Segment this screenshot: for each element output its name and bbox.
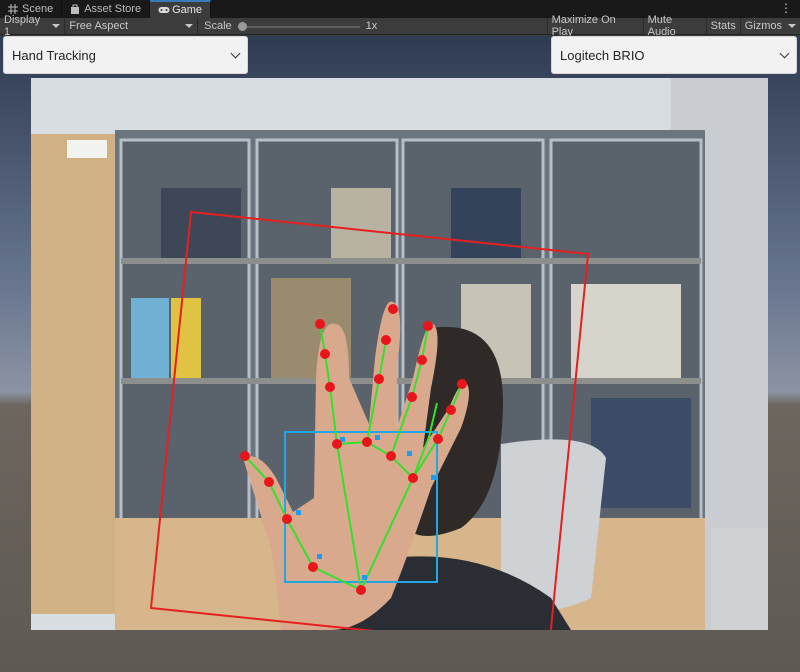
scale-value: 1x	[365, 20, 378, 32]
tracking-mode-dropdown[interactable]: Hand Tracking	[3, 36, 248, 74]
more-options-icon[interactable]: ⋮	[780, 2, 792, 14]
tracking-mode-label: Hand Tracking	[12, 47, 96, 63]
gamepad-icon	[158, 5, 170, 15]
scale-control: Scale 1x	[198, 18, 546, 35]
caret-down-icon	[185, 24, 194, 28]
caret-down-icon	[788, 24, 796, 28]
mute-audio-button[interactable]: Mute Audio	[642, 14, 706, 38]
display-dropdown-label: Display 1	[4, 14, 41, 38]
game-toolbar: Display 1 Free Aspect Scale 1x Maximize …	[0, 14, 800, 38]
camera-select-dropdown[interactable]: Logitech BRIO	[551, 36, 797, 74]
gizmos-dropdown[interactable]: Gizmos	[739, 17, 800, 35]
scale-slider-track	[237, 25, 360, 28]
tab-asset-store-label: Asset Store	[84, 3, 142, 15]
left-cabinet	[31, 134, 115, 614]
gizmos-label: Gizmos	[744, 20, 782, 32]
camera-select-label: Logitech BRIO	[560, 47, 645, 63]
display-dropdown[interactable]: Display 1	[0, 14, 66, 38]
tab-asset-store[interactable]: Asset Store	[62, 0, 151, 18]
aspect-dropdown-label: Free Aspect	[69, 20, 129, 32]
grid-icon	[8, 4, 18, 14]
shelf	[121, 258, 701, 264]
chevron-down-icon	[230, 48, 241, 58]
scale-slider[interactable]	[237, 18, 360, 35]
tab-game-label: Game	[172, 4, 203, 16]
scale-label: Scale	[204, 20, 232, 32]
caret-down-icon	[52, 24, 61, 28]
side-cabinet	[711, 528, 768, 630]
shelf	[121, 378, 701, 384]
chevron-down-icon	[779, 48, 790, 58]
aspect-dropdown[interactable]: Free Aspect	[65, 17, 199, 35]
maximize-on-play-button[interactable]: Maximize On Play	[546, 14, 643, 38]
scale-slider-handle[interactable]	[237, 21, 247, 31]
stats-button[interactable]: Stats	[705, 17, 740, 35]
bag-icon	[70, 4, 80, 14]
camera-frame-svg	[31, 78, 768, 630]
tab-game[interactable]: Game	[150, 0, 212, 18]
camera-feed	[31, 78, 768, 630]
cabinet-tag	[67, 140, 107, 158]
